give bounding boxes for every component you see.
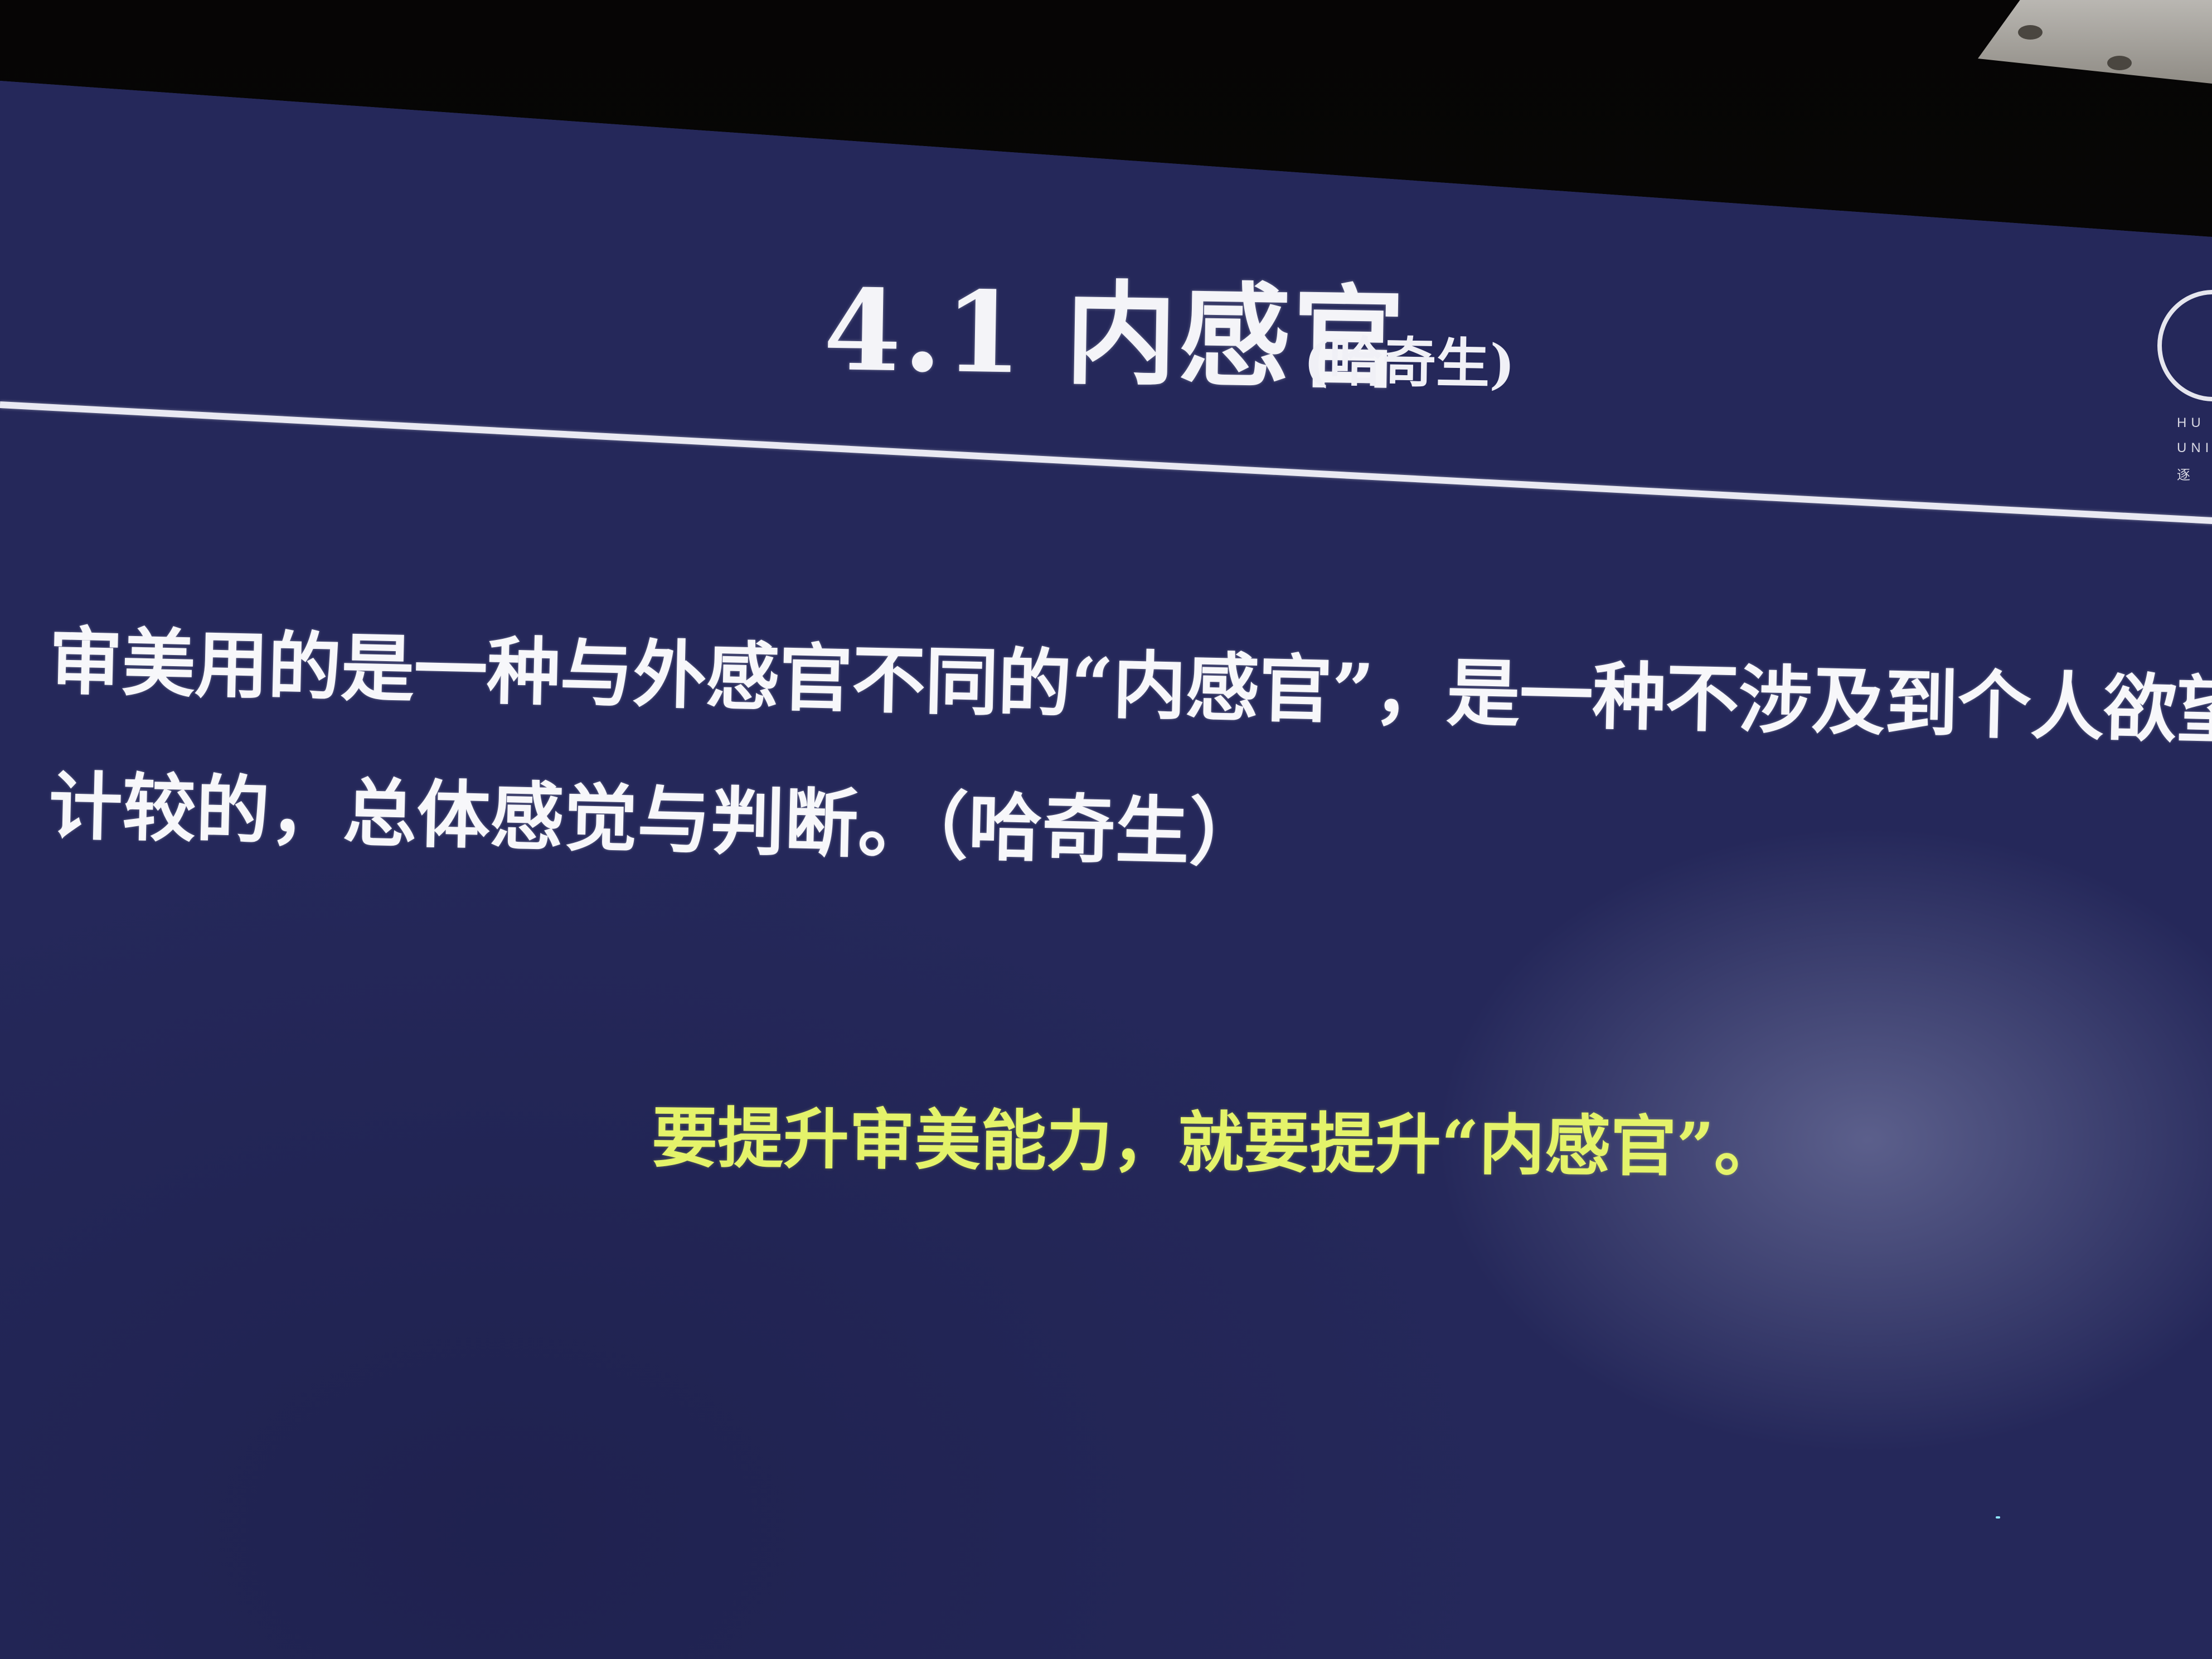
highlight-statement: 要提升审美能力，就要提升“内感官”。 bbox=[651, 1098, 1781, 1186]
ceiling-light bbox=[2018, 25, 2043, 40]
screen-speck bbox=[1996, 1516, 2000, 1519]
ceiling-fixture bbox=[1978, 0, 2212, 84]
ceiling-light bbox=[2107, 56, 2132, 70]
photo-scene: 4.1 内感官 (哈奇生) HU UNIV 逐 审美用的是一种与外感官不同的“内… bbox=[0, 0, 2212, 1659]
